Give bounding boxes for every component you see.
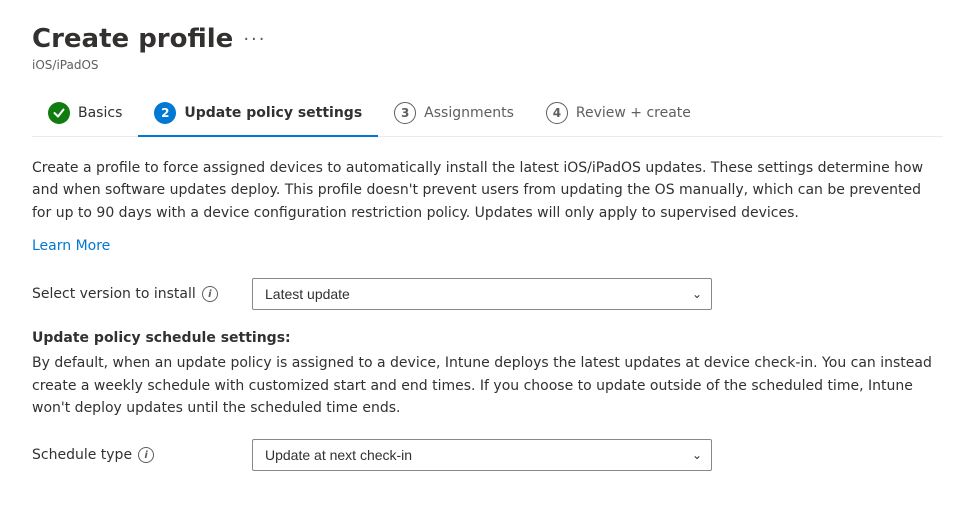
step-assignments[interactable]: 3 Assignments: [378, 92, 530, 136]
step-basics-label: Basics: [78, 105, 122, 121]
step-review-create-circle: 4: [546, 102, 568, 124]
step-review-create[interactable]: 4 Review + create: [530, 92, 707, 136]
step-basics-circle: [48, 102, 70, 124]
version-info-icon[interactable]: i: [202, 286, 218, 302]
schedule-section-heading: Update policy schedule settings:: [32, 330, 943, 346]
schedule-type-info-icon[interactable]: i: [138, 447, 154, 463]
schedule-type-field-row: Schedule type i Update at next check-in …: [32, 439, 932, 471]
steps-bar: Basics 2 Update policy settings 3 Assign…: [32, 92, 943, 137]
step-update-policy-label: Update policy settings: [184, 105, 362, 121]
step-review-create-label: Review + create: [576, 105, 691, 121]
page-title: Create profile ···: [32, 24, 266, 54]
step-assignments-label: Assignments: [424, 105, 514, 121]
learn-more-link[interactable]: Learn More: [32, 238, 110, 254]
schedule-section-body: By default, when an update policy is ass…: [32, 352, 932, 419]
schedule-type-label: Schedule type i: [32, 447, 252, 463]
version-field-control: Latest update iOS 17 iOS 16 iOS 15 ⌄: [252, 278, 712, 310]
step-basics[interactable]: Basics: [32, 92, 138, 136]
version-field-row: Select version to install i Latest updat…: [32, 278, 932, 310]
version-select[interactable]: Latest update iOS 17 iOS 16 iOS 15: [252, 278, 712, 310]
page-options-ellipsis[interactable]: ···: [243, 29, 266, 50]
description-text: Create a profile to force assigned devic…: [32, 157, 932, 224]
step-update-policy-circle: 2: [154, 102, 176, 124]
step-assignments-circle: 3: [394, 102, 416, 124]
schedule-type-select[interactable]: Update at next check-in Update during sc…: [252, 439, 712, 471]
version-field-label: Select version to install i: [32, 286, 252, 302]
schedule-type-control: Update at next check-in Update during sc…: [252, 439, 712, 471]
page-subtitle: iOS/iPadOS: [32, 58, 943, 72]
step-update-policy[interactable]: 2 Update policy settings: [138, 92, 378, 136]
